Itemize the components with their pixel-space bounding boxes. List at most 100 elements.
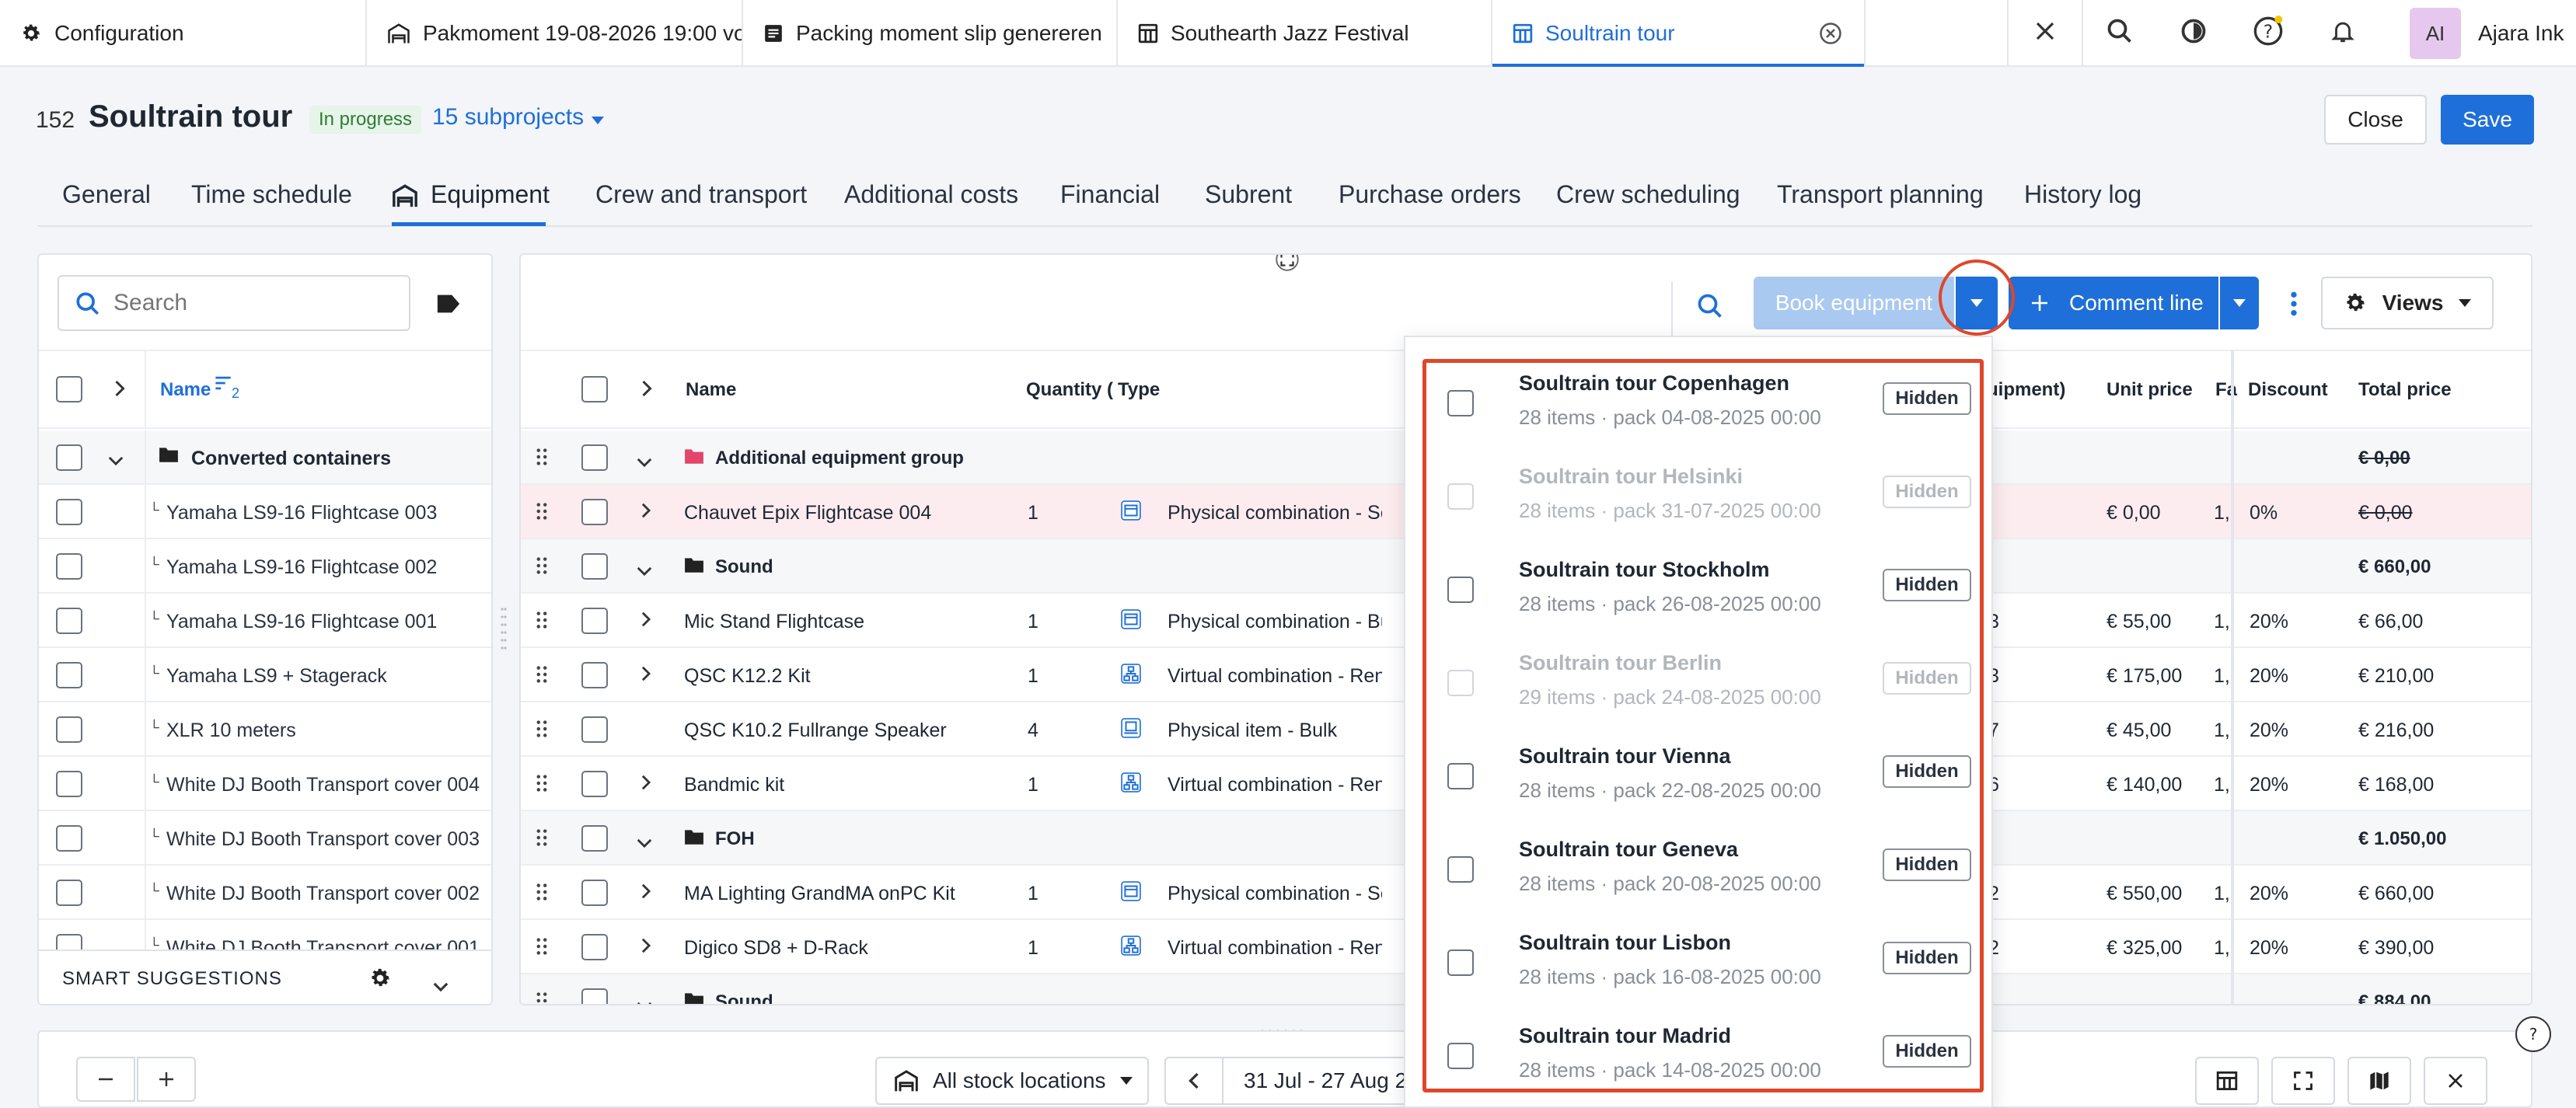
subtab-crew-scheduling[interactable]: Crew scheduling [1556,180,1740,209]
sort-icon[interactable] [215,375,232,397]
help-button[interactable]: ? [2231,0,2305,67]
list-item[interactable]: └ White DJ Booth Transport cover 004 [39,757,491,811]
chevron-down-icon[interactable] [636,559,653,582]
item-quantity[interactable]: 1 [1028,665,1038,688]
item-unit-price[interactable]: € 55,00 [2107,611,2171,633]
subtab-additional-costs[interactable]: Additional costs [844,180,1018,209]
tab-packing-slip[interactable]: Packing moment slip genereren [743,0,1118,67]
expand-view-button[interactable] [2271,1057,2335,1105]
zoom-out-button[interactable] [76,1057,135,1102]
select-all-checkbox[interactable] [581,376,608,402]
subtab-equipment[interactable]: Equipment [431,180,550,209]
name-column-header[interactable]: Name [160,379,211,401]
close-all-tabs-button[interactable] [2007,0,2082,67]
select-all-checkbox[interactable] [56,376,82,402]
hidden-toggle-button[interactable]: Hidden [1883,848,1971,881]
drag-handle-icon[interactable] [536,774,547,798]
subtab-purchase-orders[interactable]: Purchase orders [1339,180,1521,209]
drag-handle-icon[interactable] [536,556,547,580]
hidden-toggle-button[interactable]: Hidden [1883,382,1971,415]
item-factor[interactable]: 1, [2214,937,2231,960]
smart-suggestions-bar[interactable]: SMART SUGGESTIONS [39,949,491,1004]
chevron-right-icon[interactable] [641,883,651,905]
close-tab-icon[interactable] [1819,22,1842,45]
drag-handle-icon[interactable] [536,448,547,472]
book-equipment-dropdown-button[interactable] [1956,277,1998,329]
subproject-option[interactable]: Soultrain tour Vienna 28 items · pack 22-… [1405,741,1995,834]
row-checkbox[interactable] [581,716,608,743]
drag-handle-icon[interactable] [536,991,547,1004]
item-quantity[interactable]: 1 [1028,774,1038,796]
drag-handle-icon[interactable] [536,828,547,852]
chevron-right-icon[interactable] [641,937,651,960]
item-discount[interactable]: 0% [2250,502,2278,524]
left-group-row[interactable]: Converted containers [39,430,491,485]
list-item[interactable]: └ Yamaha LS9-16 Flightcase 003 [39,485,491,539]
discount-column-header[interactable]: Discount [2248,379,2328,401]
subproject-checkbox[interactable] [1447,577,1474,603]
tab-configuration[interactable]: Configuration [0,0,367,67]
row-checkbox[interactable] [56,825,82,852]
more-options-icon[interactable] [2290,291,2298,322]
item-unit-price[interactable]: € 45,00 [2107,720,2171,742]
subproject-checkbox[interactable] [1447,1043,1474,1069]
row-checkbox[interactable] [56,880,82,906]
chevron-right-icon[interactable] [641,611,651,633]
item-unit-price[interactable]: € 550,00 [2107,883,2182,905]
item-quantity[interactable]: 4 [1028,720,1038,742]
item-quantity[interactable]: 1 [1028,937,1038,960]
row-checkbox[interactable] [581,934,608,960]
tab-soultrain-tour[interactable]: Soultrain tour [1492,0,1866,67]
item-unit-price[interactable]: € 175,00 [2107,665,2182,688]
type-column-header[interactable]: Type [1118,379,1160,401]
book-equipment-button[interactable]: Book equipment [1754,277,1954,329]
theme-button[interactable] [2156,0,2231,67]
row-checkbox[interactable] [56,444,82,471]
subproject-checkbox[interactable] [1447,856,1474,883]
search-icon[interactable] [1696,292,1724,326]
subtab-crew-and-transport[interactable]: Crew and transport [595,180,807,209]
subtab-history-log[interactable]: History log [2024,180,2141,209]
subproject-checkbox[interactable] [1447,763,1474,789]
subtab-transport-planning[interactable]: Transport planning [1777,180,1984,209]
item-factor[interactable]: 1, [2214,665,2231,688]
tag-icon[interactable] [435,292,462,321]
chevron-right-icon[interactable] [641,502,651,524]
row-checkbox[interactable] [581,771,608,797]
item-quantity[interactable]: 1 [1028,502,1038,524]
subprojects-dropdown[interactable]: 15 subprojects [432,104,605,131]
subproject-option[interactable]: Soultrain tour Lisbon 28 items · pack 16-… [1405,928,1995,1021]
subproject-option[interactable]: Soultrain tour Madrid 28 items · pack 14-… [1405,1021,1995,1108]
table-view-button[interactable] [2195,1057,2259,1105]
list-item[interactable]: └ XLR 10 meters [39,702,491,757]
item-factor[interactable]: 1, [2214,883,2231,905]
row-checkbox[interactable] [581,662,608,688]
item-factor[interactable]: 1, [2214,611,2231,633]
item-discount[interactable]: 20% [2250,883,2288,905]
total-price-column-header[interactable]: Total price [2358,379,2452,401]
subtab-time-schedule[interactable]: Time schedule [191,180,352,209]
row-checkbox[interactable] [581,444,608,471]
expand-all-icon[interactable] [113,379,126,403]
search-box[interactable] [58,275,410,331]
comment-line-dropdown-button[interactable] [2220,277,2259,329]
fullscreen-icon[interactable] [1272,255,1303,275]
row-checkbox[interactable] [56,608,82,634]
help-floating-button[interactable]: ? [2515,1016,2551,1052]
tab-southearth-jazz[interactable]: Southearth Jazz Festival [1118,0,1492,67]
hidden-toggle-button[interactable]: Hidden [1883,1035,1971,1068]
subtab-general[interactable]: General [62,180,151,209]
item-quantity[interactable]: 1 [1028,883,1038,905]
chevron-down-icon[interactable] [636,995,653,1004]
row-checkbox[interactable] [56,553,82,580]
item-discount[interactable]: 20% [2250,665,2288,688]
previous-period-button[interactable] [1164,1057,1223,1105]
subproject-option[interactable]: Soultrain tour Copenhagen 28 items · pack… [1405,368,1995,462]
panel-resize-handle[interactable] [501,606,507,654]
row-checkbox[interactable] [581,553,608,580]
row-checkbox[interactable] [581,988,608,1004]
item-factor[interactable]: 1, [2214,774,2231,796]
subproject-option[interactable]: Soultrain tour Stockholm 28 items · pack … [1405,555,1995,648]
gear-icon[interactable] [368,967,392,995]
drag-handle-icon[interactable] [536,937,547,961]
